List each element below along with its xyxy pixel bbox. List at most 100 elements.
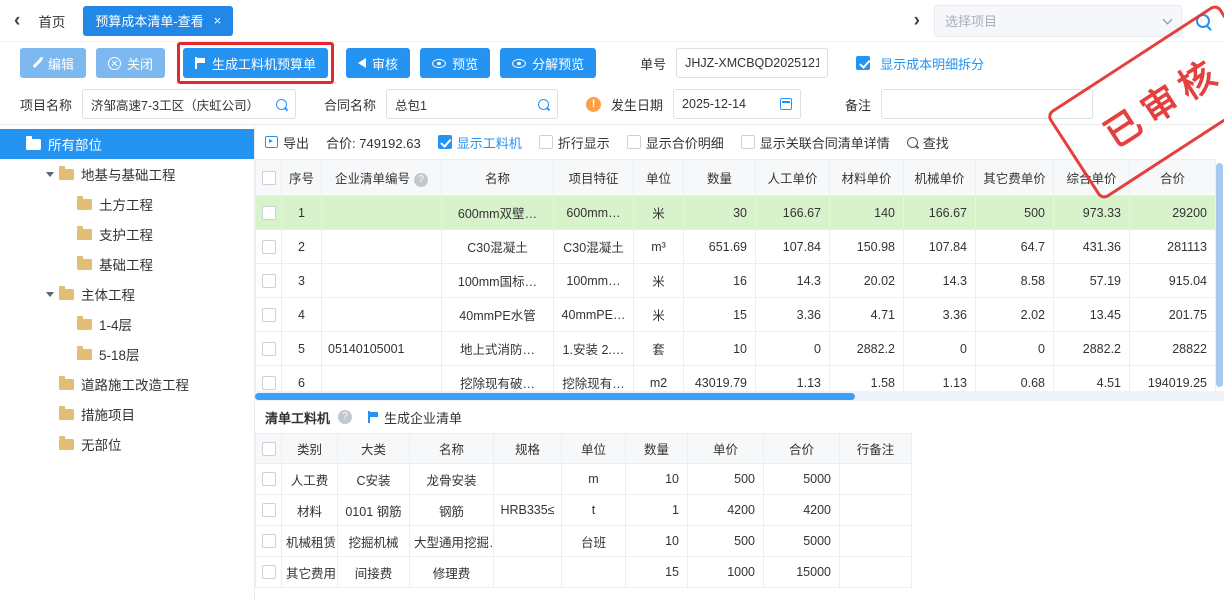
decompose-preview-button[interactable]: 分解预览	[500, 48, 596, 78]
column-header[interactable]: 行备注	[840, 434, 912, 464]
select-all-checkbox[interactable]	[262, 171, 276, 185]
order-no-input[interactable]	[676, 48, 828, 78]
horizontal-scrollbar-thumb[interactable]	[255, 393, 855, 400]
tree-item[interactable]: 措施项目	[0, 399, 254, 429]
date-input[interactable]	[682, 97, 774, 111]
column-header[interactable]: 材料单价	[830, 160, 904, 196]
tree-item[interactable]: 1-4层	[0, 309, 254, 339]
row-checkbox[interactable]	[262, 534, 276, 548]
generate-glj-budget-button[interactable]: 生成工料机预算单	[183, 48, 328, 78]
row-checkbox[interactable]	[262, 206, 276, 220]
tree-item[interactable]: 无部位	[0, 429, 254, 459]
remark-input[interactable]	[890, 97, 1084, 111]
table-row[interactable]: 3100mm国标…100mm…米1614.320.0214.38.5857.19…	[256, 264, 1216, 298]
edit-button[interactable]: 编辑	[20, 48, 86, 78]
table-row[interactable]: 6挖除现有破…挖除现有…m243019.791.131.581.130.684.…	[256, 366, 1216, 392]
column-header[interactable]: 机械单价	[904, 160, 976, 196]
row-checkbox[interactable]	[262, 308, 276, 322]
row-checkbox[interactable]	[262, 565, 276, 579]
column-header[interactable]: 名称	[442, 160, 554, 196]
project-search-icon[interactable]	[276, 99, 287, 110]
column-header[interactable]: 大类	[338, 434, 410, 464]
table-row[interactable]: 2C30混凝土C30混凝土m³651.69107.84150.98107.846…	[256, 230, 1216, 264]
row-checkbox[interactable]	[262, 472, 276, 486]
project-select-placeholder: 选择项目	[945, 11, 997, 30]
tab-active-budget-cost-list[interactable]: 预算成本清单-查看 ×	[83, 6, 233, 36]
row-checkbox[interactable]	[262, 240, 276, 254]
calendar-icon[interactable]	[780, 98, 792, 110]
table-row[interactable]: 材料0101 钢筋钢筋HRB335≤t142004200	[256, 495, 912, 526]
global-search-icon[interactable]	[1196, 14, 1210, 28]
column-header[interactable]: 单位	[634, 160, 684, 196]
table-row[interactable]: 机械租赁挖掘机械大型通用挖掘…台班105005000	[256, 526, 912, 557]
column-header[interactable]: 合价	[764, 434, 840, 464]
table-row[interactable]: 440mmPE水管40mmPE…米153.364.713.362.0213.45…	[256, 298, 1216, 332]
table-row[interactable]: 505140105001地上式消防…1.安装 2.…套1002882.20028…	[256, 332, 1216, 366]
column-header[interactable]: 类别	[282, 434, 338, 464]
show-glj-checkbox[interactable]	[438, 135, 452, 149]
column-header[interactable]: 人工单价	[756, 160, 830, 196]
table-row[interactable]: 其它费用间接费修理费15100015000	[256, 557, 912, 588]
row-checkbox[interactable]	[262, 342, 276, 356]
project-name-input[interactable]	[91, 97, 270, 111]
show-contract-detail-checkbox[interactable]	[741, 135, 755, 149]
column-header[interactable]: 单价	[688, 434, 764, 464]
show-total-detail-checkbox[interactable]	[627, 135, 641, 149]
tab-close-icon[interactable]: ×	[214, 13, 222, 28]
row-checkbox[interactable]	[262, 376, 276, 390]
column-header[interactable]: 数量	[684, 160, 756, 196]
tree-item[interactable]: 基础工程	[0, 249, 254, 279]
select-all-checkbox[interactable]	[262, 442, 276, 456]
find-button[interactable]: 查找	[907, 133, 949, 152]
tree-item[interactable]: 所有部位	[0, 129, 254, 159]
collapse-arrow-icon[interactable]	[46, 172, 54, 177]
column-header[interactable]: 名称	[410, 434, 494, 464]
table-row[interactable]: 1600mm双壁…600mm…米30166.67140166.67500973.…	[256, 196, 1216, 230]
column-header[interactable]: 序号	[282, 160, 322, 196]
tree-item[interactable]: 土方工程	[0, 189, 254, 219]
show-cost-split-label[interactable]: 显示成本明细拆分	[880, 54, 984, 73]
column-header[interactable]: 规格	[494, 434, 562, 464]
vertical-scrollbar-thumb[interactable]	[1216, 163, 1223, 387]
wrap-lines-label[interactable]: 折行显示	[558, 133, 610, 152]
help-icon[interactable]	[338, 410, 352, 424]
column-header[interactable]: 其它费单价	[976, 160, 1054, 196]
show-cost-split-checkbox[interactable]	[856, 56, 870, 70]
show-glj-label[interactable]: 显示工料机	[457, 133, 522, 152]
tab-home[interactable]: 首页	[34, 11, 69, 31]
collapse-arrow-icon[interactable]	[46, 292, 54, 297]
help-icon[interactable]	[414, 173, 428, 187]
back-arrow-icon[interactable]: ‹	[14, 11, 20, 30]
tree-item[interactable]: 主体工程	[0, 279, 254, 309]
column-header[interactable]: 合价	[1130, 160, 1216, 196]
column-header[interactable]: 企业清单编号	[322, 160, 442, 196]
tree-item[interactable]: 地基与基础工程	[0, 159, 254, 189]
tree-item[interactable]: 5-18层	[0, 339, 254, 369]
row-checkbox[interactable]	[262, 503, 276, 517]
show-contract-detail-label[interactable]: 显示关联合同清单详情	[760, 133, 890, 152]
table-cell: 10	[626, 464, 688, 495]
contract-name-input[interactable]	[395, 97, 532, 111]
export-button[interactable]: 导出	[265, 133, 309, 152]
horizontal-scrollbar-track[interactable]	[255, 391, 1224, 401]
column-header[interactable]: 综合单价	[1054, 160, 1130, 196]
wrap-lines-checkbox[interactable]	[539, 135, 553, 149]
table-row[interactable]: 人工费C安装龙骨安装m105005000	[256, 464, 912, 495]
order-no-label: 单号	[640, 54, 666, 73]
generate-enterprise-list-button[interactable]: 生成企业清单	[368, 408, 462, 427]
tree-item[interactable]: 道路施工改造工程	[0, 369, 254, 399]
show-total-detail-label[interactable]: 显示合价明细	[646, 133, 724, 152]
column-header[interactable]: 单位	[562, 434, 626, 464]
audit-button[interactable]: 审核	[346, 48, 410, 78]
project-select[interactable]: 选择项目	[934, 5, 1182, 37]
preview-button[interactable]: 预览	[420, 48, 490, 78]
table-cell: 间接费	[338, 557, 410, 588]
contract-name-field	[386, 89, 558, 119]
close-button[interactable]: 关闭	[96, 48, 165, 78]
tree-item[interactable]: 支护工程	[0, 219, 254, 249]
forward-arrow-icon[interactable]: ›	[914, 11, 920, 30]
row-checkbox[interactable]	[262, 274, 276, 288]
column-header[interactable]: 项目特征	[554, 160, 634, 196]
contract-search-icon[interactable]	[538, 99, 549, 110]
column-header[interactable]: 数量	[626, 434, 688, 464]
